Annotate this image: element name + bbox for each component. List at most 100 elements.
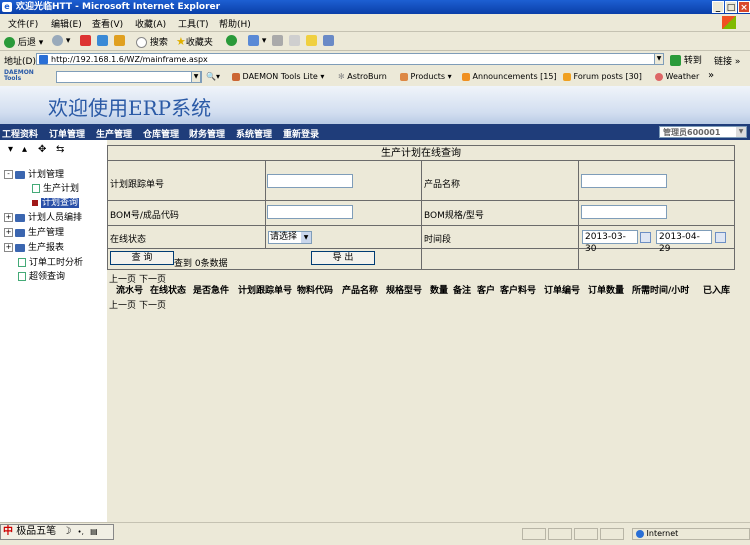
zone-label: Internet [646, 529, 679, 538]
query-button[interactable]: 查 询 [110, 251, 174, 265]
refresh-button[interactable] [97, 35, 108, 46]
status-select[interactable]: 请选择 ▼ [268, 231, 312, 244]
bom-spec-input[interactable] [581, 205, 667, 219]
page-icon [39, 55, 48, 64]
user-select[interactable]: 管理员600001 ▼ [659, 126, 747, 138]
menu-help[interactable]: 帮助(H) [219, 17, 251, 30]
date-from-input[interactable]: 2013-03-30 [582, 230, 638, 254]
close-button[interactable]: × [738, 1, 750, 13]
tree-refresh-icon[interactable]: ⇆ [56, 144, 64, 155]
history-button[interactable] [226, 35, 237, 46]
home-button[interactable] [114, 35, 125, 46]
tree-item-plan-management[interactable]: - 计划管理 [4, 167, 64, 180]
nav-orders[interactable]: 订单管理 [49, 127, 85, 140]
pager-next-bottom[interactable]: 下一页 [139, 298, 166, 311]
announcements-link[interactable]: Announcements [15] [462, 72, 557, 81]
collapse-all-icon[interactable]: ▾ [8, 144, 13, 155]
refresh-icon [97, 35, 108, 46]
nav-finance[interactable]: 财务管理 [189, 127, 225, 140]
tree-item-label: 超领查询 [29, 272, 66, 282]
tree-item-order-hours[interactable]: 订单工时分析 [18, 255, 83, 268]
menu-edit[interactable]: 编辑(E) [51, 17, 82, 30]
daemon-more-button[interactable]: » [708, 70, 714, 81]
windows-logo-icon [722, 16, 736, 29]
tracking-no-input[interactable] [267, 174, 353, 188]
pager-prev-bottom[interactable]: 上一页 [109, 298, 136, 311]
address-input[interactable]: http://192.168.1.6/WZ/mainframe.aspx [36, 53, 664, 65]
address-bar: 地址(D) http://192.168.1.6/WZ/mainframe.as… [0, 51, 750, 69]
book-icon [15, 243, 25, 252]
tree-item-staff-scheduling[interactable]: + 计划人员编排 [4, 210, 82, 223]
keyboard-icon[interactable]: ▤ [90, 527, 98, 536]
daemon-tools-menu[interactable]: DAEMON Tools Lite ▾ [232, 72, 324, 81]
book-icon [15, 228, 25, 237]
address-dropdown[interactable]: ▼ [654, 53, 664, 65]
erp-header: 欢迎使用ERP系统 [0, 86, 750, 125]
forum-posts-link[interactable]: Forum posts [30] [563, 72, 642, 81]
bom-label: BOM号/成品代码 [110, 211, 179, 221]
tracking-no-label: 计划跟踪单号 [110, 180, 165, 190]
nav-system[interactable]: 系统管理 [236, 127, 272, 140]
ime-name: 极品五笔 [16, 526, 57, 537]
nav-warehouse[interactable]: 仓库管理 [143, 127, 179, 140]
calendar-icon[interactable] [715, 232, 726, 243]
tree-item-production-management[interactable]: + 生产管理 [4, 225, 64, 238]
discuss-button[interactable] [306, 35, 317, 46]
maximize-button[interactable]: □ [725, 1, 737, 13]
nav-relogin[interactable]: 重新登录 [283, 127, 319, 140]
astroburn-icon: ✻ [338, 72, 345, 81]
erp-title: 欢迎使用ERP系统 [48, 96, 212, 120]
forward-arrow-icon [52, 35, 63, 46]
menu-bar: 文件(F) 编辑(E) 查看(V) 收藏(A) 工具(T) 帮助(H) [0, 14, 750, 32]
moon-icon[interactable]: ☽ [62, 526, 71, 537]
astroburn-link[interactable]: ✻ AstroBurn [338, 72, 387, 81]
tree-expander[interactable]: + [4, 228, 13, 237]
date-to-input[interactable]: 2013-04-29 [656, 230, 712, 254]
bom-input[interactable] [267, 205, 353, 219]
tree-item-over-issue[interactable]: 超领查询 [18, 269, 65, 282]
back-button[interactable]: 后退 ▾ [4, 35, 43, 48]
tree-item-production-reports[interactable]: + 生产报表 [4, 240, 64, 253]
nav-engineering[interactable]: 工程资料 [2, 127, 38, 140]
mail-button[interactable]: ▾ [248, 35, 266, 46]
go-button[interactable]: 转到 [670, 53, 702, 66]
stop-button[interactable] [80, 35, 91, 46]
menu-file[interactable]: 文件(F) [8, 17, 38, 30]
column-header: 订单数量 [588, 286, 625, 296]
column-header: 客户料号 [500, 286, 537, 296]
expand-all-icon[interactable]: ▴ [22, 144, 27, 155]
export-button[interactable]: 导 出 [311, 251, 375, 265]
print-button[interactable] [272, 35, 283, 46]
favorites-button[interactable]: ★收藏夹 [176, 35, 213, 48]
tree-expander[interactable]: - [4, 170, 13, 179]
ime-toolbar[interactable]: 中 极品五笔 ☽ •, ▤ [0, 524, 114, 540]
edit-button[interactable] [289, 35, 300, 46]
products-menu[interactable]: Products ▾ [400, 72, 452, 81]
tree-settings-icon[interactable]: ✥ [38, 144, 46, 155]
tree-item-production-plan[interactable]: 生产计划 [32, 181, 79, 194]
tree-expander[interactable]: + [4, 243, 13, 252]
punctuation-icon[interactable]: •, [78, 528, 84, 536]
calendar-icon[interactable] [640, 232, 651, 243]
search-button[interactable]: 搜索 [136, 35, 168, 48]
book-icon [15, 213, 25, 222]
column-header: 订单编号 [544, 286, 581, 296]
minimize-button[interactable]: _ [712, 1, 724, 13]
messenger-button[interactable] [323, 35, 334, 46]
tree-item-plan-query[interactable]: 计划查询 [32, 195, 80, 208]
messenger-icon [323, 35, 334, 46]
stop-icon [80, 35, 91, 46]
daemon-search-icon[interactable]: 🔍▾ [206, 72, 220, 81]
menu-tools[interactable]: 工具(T) [178, 17, 209, 30]
daemon-search-dropdown[interactable]: ▼ [191, 71, 201, 83]
menu-favorites[interactable]: 收藏(A) [135, 17, 166, 30]
menu-view[interactable]: 查看(V) [92, 17, 123, 30]
weather-link[interactable]: Weather [655, 72, 699, 81]
sidebar: ▾ ▴ ✥ ⇆ - 计划管理 生产计划 计划查询 + 计划人员编排 + 生产管理 + 生… [0, 140, 108, 522]
product-name-input[interactable] [581, 174, 667, 188]
tree-expander[interactable]: + [4, 213, 13, 222]
forward-button[interactable]: ▾ [52, 35, 70, 46]
nav-production[interactable]: 生产管理 [96, 127, 132, 140]
daemon-search-input[interactable] [56, 71, 202, 83]
links-button[interactable]: 链接 » [714, 54, 740, 67]
